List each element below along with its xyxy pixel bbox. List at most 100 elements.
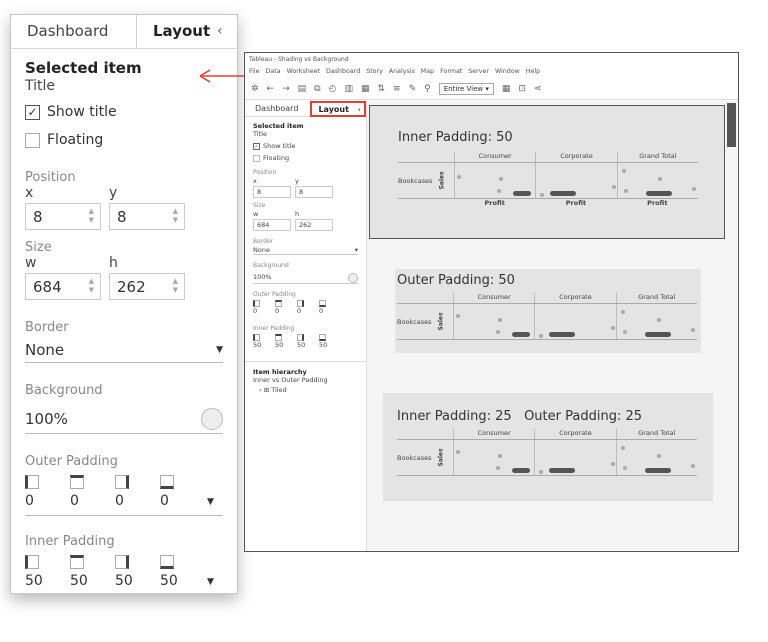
inner-padding-bottom[interactable]: 50 [160,555,205,589]
w-background-label: Background [253,262,289,269]
background-value: 100% [25,410,68,428]
right-padding-icon [115,555,129,569]
border-value: None [25,341,65,359]
outer-padding-right[interactable]: 0 [115,475,160,509]
menu-data[interactable]: Data [266,68,281,76]
border-dropdown[interactable]: None ▼ [25,339,223,363]
scatter-cell [615,440,697,475]
item-hierarchy-label: Item hierarchy [253,368,307,376]
forward-icon[interactable]: → [282,84,290,94]
presentation-icon[interactable]: ⊡ [518,84,526,94]
color-swatch-icon[interactable] [201,408,223,430]
menu-analysis[interactable]: Analysis [389,68,415,76]
tab-layout[interactable]: Layout [137,15,210,48]
top-padding-icon [275,334,282,341]
back-icon[interactable]: ← [267,84,275,94]
inner-padding-dropdown-icon[interactable]: ▼ [207,577,214,589]
scatter-sheet[interactable]: Consumer Corporate Grand Total Bookcases Sa… [397,293,697,340]
collapse-chevron-icon[interactable]: ‹ [209,15,223,48]
tableau-logo-icon[interactable]: ✲ [251,84,259,94]
right-padding-icon [297,300,304,307]
menu-worksheet[interactable]: Worksheet [287,68,320,76]
fit-view-select[interactable]: Entire View ▾ [438,82,494,95]
window-tab-dashboard[interactable]: Dashboard [245,101,310,116]
menu-map[interactable]: Map [421,68,434,76]
menu-window[interactable]: Window [495,68,520,76]
col-grand-total: Grand Total [615,293,697,303]
inner-padding-top[interactable]: 50 [70,555,115,589]
w-outer-padding-controls[interactable]: 0 0 0 0 [253,300,358,315]
menu-server[interactable]: Server [468,68,489,76]
w-x-input[interactable]: 8 [253,186,291,198]
scatter-sheet[interactable]: Consumer Corporate Grand Total Bookcases Sa… [397,429,697,476]
stepper-icon[interactable]: ▲ ▼ [89,277,94,295]
stepper-icon[interactable]: ▲ ▼ [173,207,178,225]
new-sheet-icon[interactable]: ▥ [344,84,353,94]
col-grand-total: Grand Total [616,152,698,162]
pause-updates-icon[interactable]: ◴ [329,84,337,94]
tab-dashboard[interactable]: Dashboard [11,15,137,48]
selected-item-heading: Selected item [25,59,142,77]
w-inner-padding-controls[interactable]: 50 50 50 50 [253,334,358,349]
dashboard-panel-inner-50[interactable]: Inner Padding: 50 Consumer Corporate Grand… [369,105,725,239]
hierarchy-tiled-item[interactable]: › ⊞ Tiled [253,386,358,394]
menu-story[interactable]: Story [366,68,383,76]
background-control[interactable]: 100% [25,406,223,434]
w-background-control[interactable]: 100% [253,273,358,284]
menu-help[interactable]: Help [526,68,540,76]
w-floating-checkbox[interactable]: Floating [253,154,358,162]
w-height-input[interactable]: 262 [295,219,333,231]
stepper-icon[interactable]: ▲ ▼ [89,207,94,225]
inner-padding-right-value: 50 [115,573,133,589]
height-input[interactable]: 262 ▲ ▼ [109,273,185,300]
border-label: Border [25,320,69,335]
new-datasource-icon[interactable]: ⧉ [314,84,320,94]
w-outer-padding-label: Outer Padding [253,291,296,298]
menu-dashboard[interactable]: Dashboard [326,68,360,76]
width-input[interactable]: 684 ▲ ▼ [25,273,101,300]
menu-file[interactable]: File [249,68,260,76]
outer-padding-bottom[interactable]: 0 [160,475,205,509]
inner-padding-controls: 50 50 50 50 ▼ [25,555,223,589]
window-title: Tableau - Shading vs Background [249,56,349,63]
outer-padding-left[interactable]: 0 [25,475,70,509]
show-me-icon[interactable]: ▦ [502,84,511,94]
outer-padding-top[interactable]: 0 [70,475,115,509]
hierarchy-root[interactable]: Inner vs Outer Padding [253,376,358,384]
inner-padding-left[interactable]: 50 [25,555,70,589]
container-toolbar[interactable] [727,103,736,147]
save-icon[interactable]: ▤ [298,84,307,94]
outer-padding-dropdown-icon[interactable]: ▼ [207,497,214,509]
w-border-value: None [253,246,270,254]
checkmark-icon: ✓ [253,142,260,150]
window-tab-layout-label: Layout [318,105,349,114]
floating-checkbox[interactable]: Floating [25,132,223,148]
w-border-label: Border [253,238,274,245]
highlight-icon[interactable]: ✎ [409,84,417,94]
swap-icon[interactable]: ⇅ [377,84,385,94]
w-y-input[interactable]: 8 [295,186,333,198]
pin-icon[interactable]: ⚲ [424,84,431,94]
window-tab-layout[interactable]: Layout ‹ [310,101,366,117]
share-icon[interactable]: ⋖ [534,84,542,94]
w-show-title-checkbox[interactable]: ✓ Show title [253,142,358,150]
menu-format[interactable]: Format [440,68,462,76]
stepper-icon[interactable]: ▲ ▼ [173,277,178,295]
w-border-dropdown[interactable]: None ▾ [253,246,358,255]
color-swatch-icon[interactable] [348,273,358,283]
panel-title: Outer Padding: 50 [397,273,515,288]
scatter-sheet[interactable]: Consumer Corporate Grand Total Bookcases Sa… [398,152,698,207]
inner-padding-right[interactable]: 50 [115,555,160,589]
show-title-checkbox[interactable]: ✓ Show title [25,104,223,120]
expand-chevron-icon[interactable]: › [259,386,262,394]
dashboard-panel-inner-outer-25[interactable]: Inner Padding: 25 Outer Padding: 25 Cons… [383,393,713,501]
collapse-chevron-icon[interactable]: ‹ [358,105,361,114]
duplicate-icon[interactable]: ▦ [361,84,370,94]
y-position-input[interactable]: 8 ▲ ▼ [109,203,185,230]
outer-padding-label: Outer Padding [25,454,118,469]
w-inner-left: 50 [253,341,262,349]
w-width-input[interactable]: 684 [253,219,291,231]
x-position-input[interactable]: 8 ▲ ▼ [25,203,101,230]
dashboard-panel-outer-50[interactable]: Outer Padding: 50 Consumer Corporate Grand… [395,269,701,353]
sort-icon[interactable]: ≡ [393,84,401,94]
